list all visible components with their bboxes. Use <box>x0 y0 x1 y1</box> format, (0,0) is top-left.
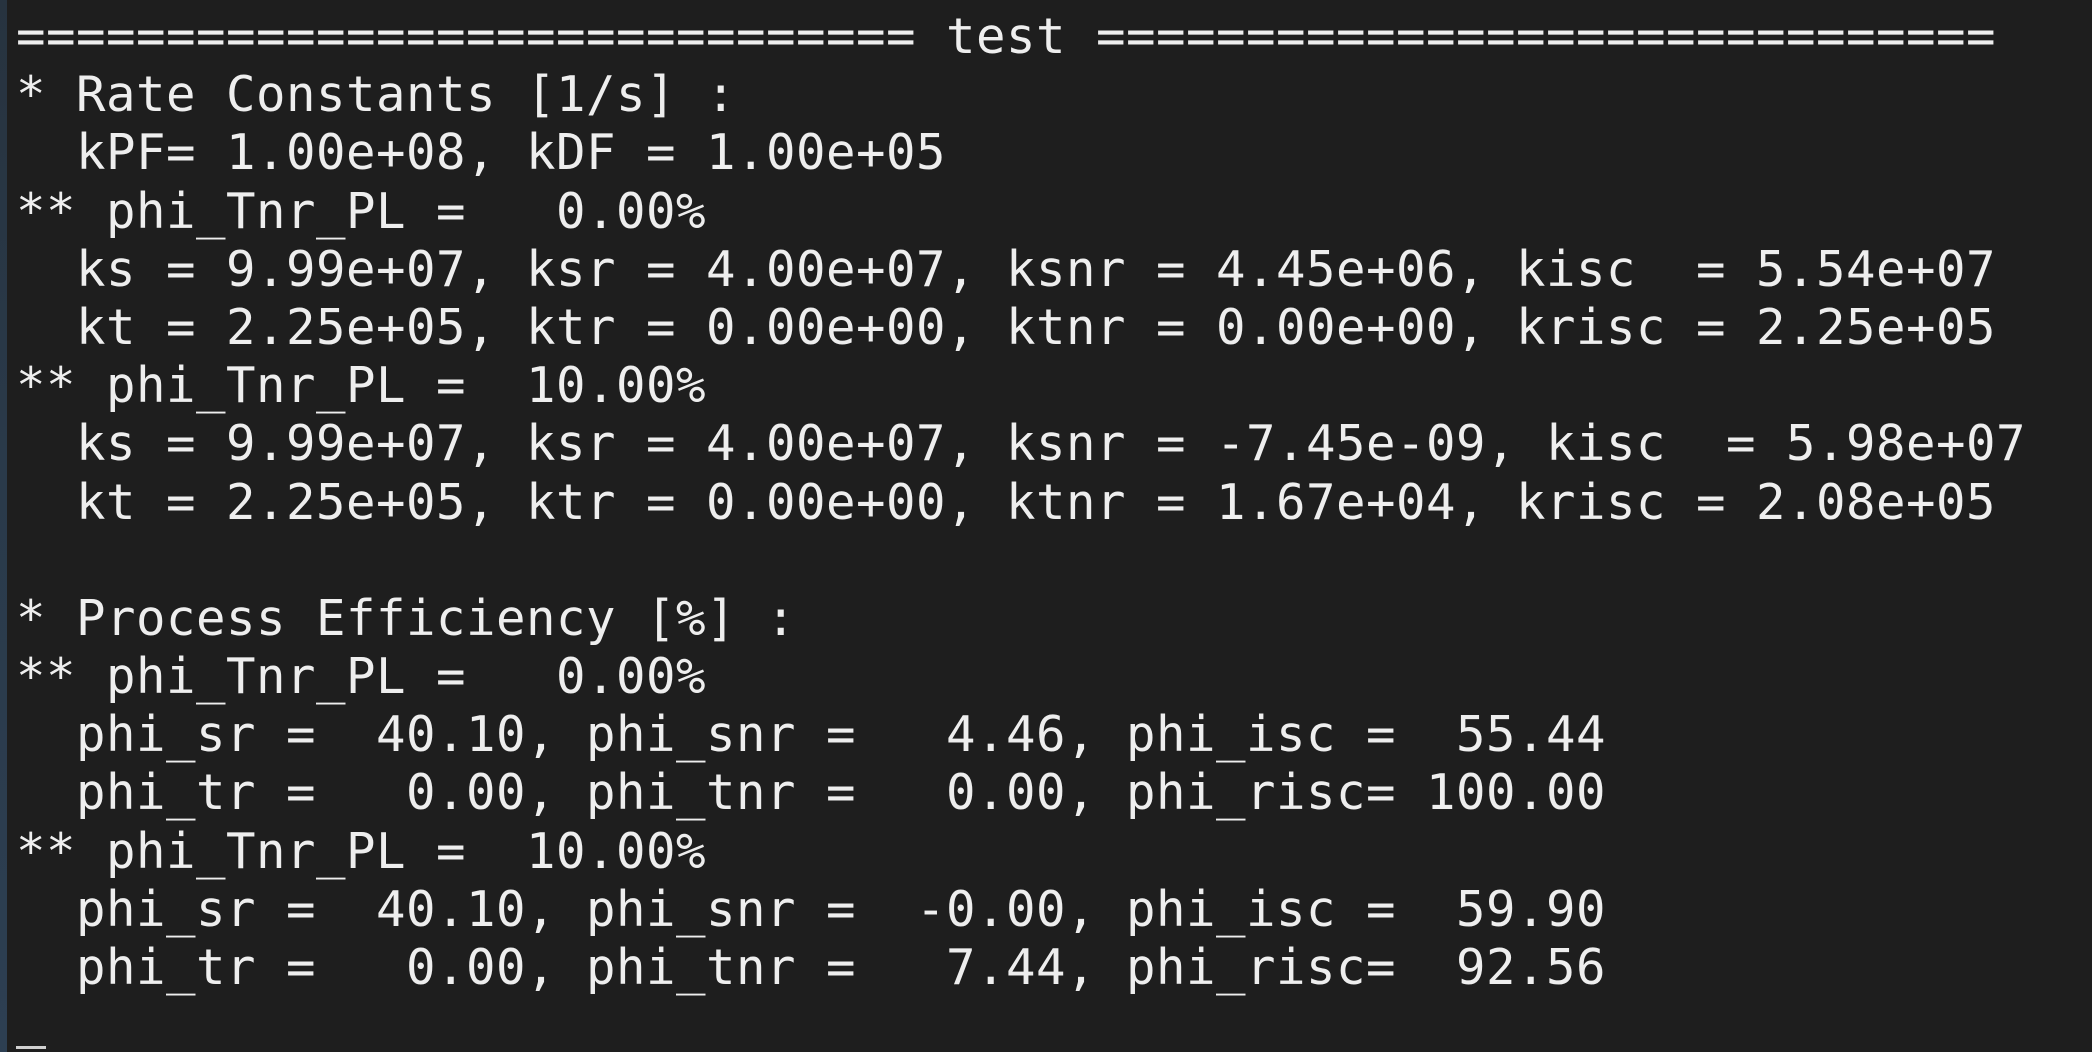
output-line-triplet-rates-10: kt = 2.25e+05, ktr = 0.00e+00, ktnr = 1.… <box>16 473 1997 531</box>
output-line-triplet-rates-0: kt = 2.25e+05, ktr = 0.00e+00, ktnr = 0.… <box>16 298 1997 356</box>
subsection-phi-tnr-pl-10: ** phi_Tnr_PL = 10.00% <box>16 357 707 415</box>
output-line-triplet-efficiency-0: phi_tr = 0.00, phi_tnr = 0.00, phi_risc=… <box>16 764 1607 822</box>
output-line-singlet-rates-10: ks = 9.99e+07, ksr = 4.00e+07, ksnr = -7… <box>16 415 2027 473</box>
subsection-efficiency-phi-tnr-pl-0: ** phi_Tnr_PL = 0.00% <box>16 648 707 706</box>
section-title-rate-constants: * Rate Constants [1/s] : <box>16 66 737 124</box>
section-title-process-efficiency: * Process Efficiency [%] : <box>16 589 797 647</box>
subsection-phi-tnr-pl-0: ** phi_Tnr_PL = 0.00% <box>16 182 707 240</box>
terminal-output[interactable]: ============================== test ====… <box>16 8 2086 1044</box>
output-line-triplet-efficiency-10: phi_tr = 0.00, phi_tnr = 7.44, phi_risc=… <box>16 939 1607 996</box>
output-line-kpf-kdf: kPF= 1.00e+08, kDF = 1.00e+05 <box>16 124 947 182</box>
output-line-singlet-rates-0: ks = 9.99e+07, ksr = 4.00e+07, ksnr = 4.… <box>16 240 1997 298</box>
terminal-cursor <box>16 1046 46 1049</box>
subsection-efficiency-phi-tnr-pl-10: ** phi_Tnr_PL = 10.00% <box>16 822 707 880</box>
output-line-singlet-efficiency-0: phi_sr = 40.10, phi_snr = 4.46, phi_isc … <box>16 706 1607 764</box>
header-line: ============================== test ====… <box>16 8 1997 65</box>
output-line-singlet-efficiency-10: phi_sr = 40.10, phi_snr = -0.00, phi_isc… <box>16 880 1607 938</box>
desktop-background-strip <box>0 0 7 1052</box>
